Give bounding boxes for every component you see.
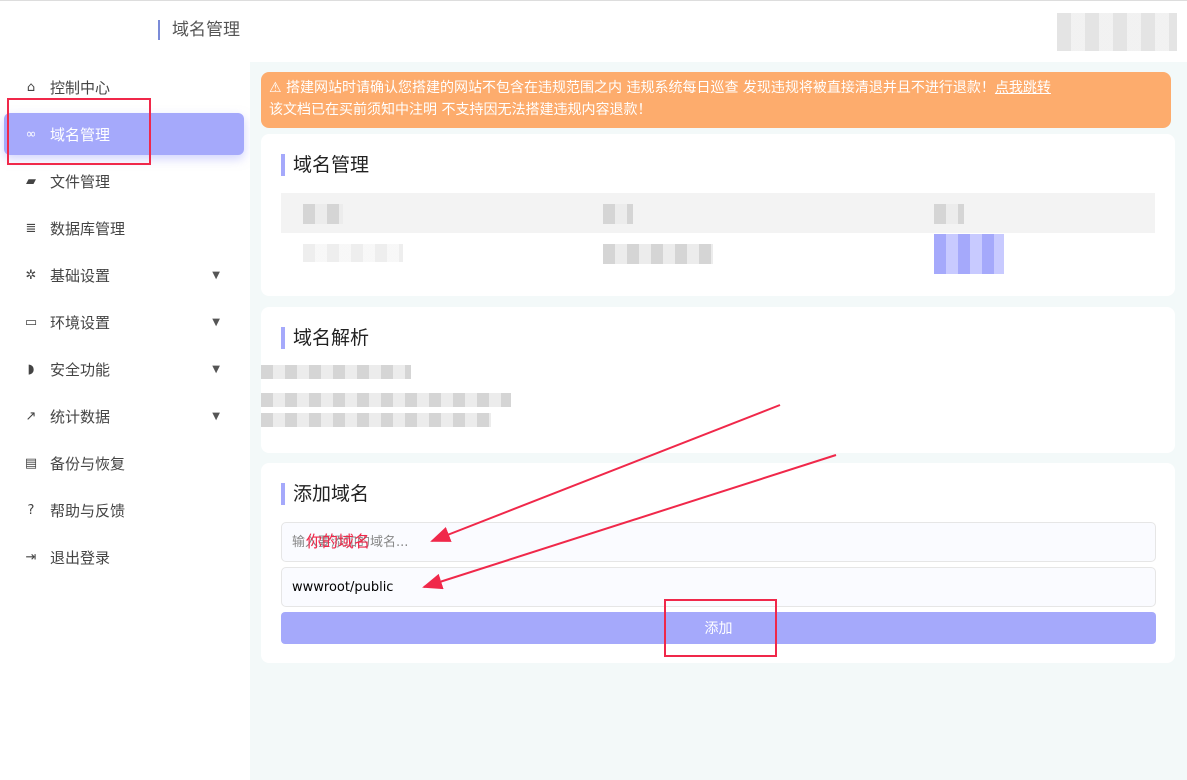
gear-icon: ✲ xyxy=(25,267,37,283)
caret-down-icon: ▼ xyxy=(212,269,220,281)
table-row xyxy=(603,244,713,264)
sidebar-item-7[interactable]: ↗ 统计数据 ▼ xyxy=(4,395,244,437)
home-icon: ⌂ xyxy=(26,79,36,95)
main-content: ⚠ 搭建网站时请确认您搭建的网站不包含在违规范围之内 违规系统每日巡查 发现违规… xyxy=(250,62,1187,780)
blurred-line xyxy=(261,413,491,427)
sidebar-item-label: 环境设置 xyxy=(50,313,111,332)
sidebar-item-label: 控制中心 xyxy=(50,78,111,97)
sidebar-item-label: 基础设置 xyxy=(50,266,111,285)
folder-icon: ▰ xyxy=(26,173,36,189)
database-icon: ≣ xyxy=(25,220,37,236)
sidebar-item-label: 安全功能 xyxy=(50,360,111,379)
dns-card: 域名解析 xyxy=(261,307,1175,453)
annotation-box xyxy=(664,599,777,657)
sidebar-item-label: 文件管理 xyxy=(50,172,111,191)
sidebar-item-4[interactable]: ✲ 基础设置 ▼ xyxy=(4,254,244,296)
blurred-line xyxy=(261,393,511,407)
shield-icon: ◗ xyxy=(27,361,35,377)
chart-icon: ↗ xyxy=(25,408,37,424)
sidebar-item-6[interactable]: ◗ 安全功能 ▼ xyxy=(4,348,244,390)
blurred-cell xyxy=(303,204,343,224)
domain-input[interactable] xyxy=(281,522,1156,562)
sidebar-item-10[interactable]: ⇥ 退出登录 xyxy=(4,536,244,578)
card-title: 域名解析 xyxy=(281,327,369,349)
warning-alert: ⚠ 搭建网站时请确认您搭建的网站不包含在违规范围之内 违规系统每日巡查 发现违规… xyxy=(261,72,1171,128)
sidebar-item-3[interactable]: ≣ 数据库管理 xyxy=(4,207,244,249)
sidebar-item-label: 数据库管理 xyxy=(50,219,126,238)
annotation-box xyxy=(7,98,151,165)
sidebar-item-label: 统计数据 xyxy=(50,407,111,426)
help-icon: ? xyxy=(27,502,35,518)
sidebar-item-label: 退出登录 xyxy=(50,548,111,567)
caret-down-icon: ▼ xyxy=(212,410,220,422)
domain-card: 域名管理 xyxy=(261,134,1175,296)
blurred-cell xyxy=(934,204,964,224)
sidebar-item-5[interactable]: ▭ 环境设置 ▼ xyxy=(4,301,244,343)
jump-link[interactable]: 点我跳转 xyxy=(995,80,1051,96)
table-header xyxy=(281,193,1155,233)
sidebar: ⌂ 控制中心 ∞ 域名管理 ▰ 文件管理 ≣ 数据库管理 ✲ 基础设置 ▼ ▭ 环境设置 ▼ ◗ 安全功能 ▼ ↗… xyxy=(0,62,250,780)
card-title: 域名管理 xyxy=(281,154,369,176)
warning-icon: ⚠ xyxy=(269,80,282,96)
page-title: 域名管理 xyxy=(158,20,240,40)
caret-down-icon: ▼ xyxy=(212,363,220,375)
inbox-icon: ▭ xyxy=(24,314,38,330)
annotation-text: 你的域名 xyxy=(306,532,371,551)
sidebar-item-label: 备份与恢复 xyxy=(50,454,126,473)
caret-down-icon: ▼ xyxy=(212,316,220,328)
user-avatar-blurred[interactable] xyxy=(1057,13,1177,51)
blurred-cell xyxy=(603,204,633,224)
sidebar-item-8[interactable]: ▤ 备份与恢复 xyxy=(4,442,244,484)
alert-text: 搭建网站时请确认您搭建的网站不包含在违规范围之内 违规系统每日巡查 发现违规将被… xyxy=(286,80,995,96)
top-bar: 域名管理 xyxy=(0,0,1187,62)
sidebar-item-9[interactable]: ? 帮助与反馈 xyxy=(4,489,244,531)
sidebar-item-label: 帮助与反馈 xyxy=(50,501,126,520)
action-button-blurred[interactable] xyxy=(934,234,1004,274)
logout-icon: ⇥ xyxy=(25,549,37,565)
table-row xyxy=(303,244,403,262)
card-title: 添加域名 xyxy=(281,483,369,505)
alert-text-2: 该文档已在买前须知中注明 不支持因无法搭建违规内容退款！ xyxy=(269,102,652,118)
archive-icon: ▤ xyxy=(24,455,38,471)
blurred-line xyxy=(261,365,411,379)
sidebar-item-2[interactable]: ▰ 文件管理 xyxy=(4,160,244,202)
